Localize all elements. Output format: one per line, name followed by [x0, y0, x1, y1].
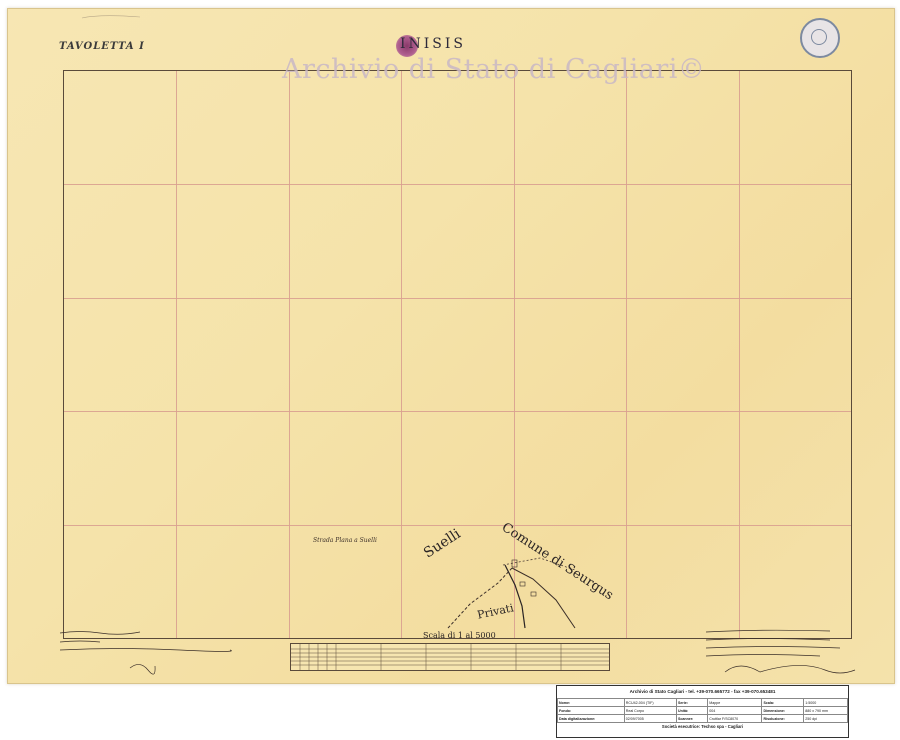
table-cell: Data digitalizzazione: [557, 714, 625, 723]
archive-info-table: Nome: RCU42-004 (TIF) Serie: Mappe Scala… [557, 698, 848, 723]
table-cell: RCU42-004 (TIF) [623, 698, 678, 707]
table-cell: 02/09/7005 [623, 714, 678, 723]
table-cell: Scanner: [675, 714, 709, 723]
table-cell: 250 dpi [803, 714, 848, 723]
table-cell: Serie: [675, 698, 709, 707]
table-cell: Cruttlar F/SC8070 [707, 714, 763, 723]
table-cell: Scala: [761, 698, 805, 707]
table-cell: Dimensione: [761, 706, 805, 715]
archive-info-panel: Archivio di Stato Cagliari - tel. +39-07… [556, 685, 849, 738]
scale-bar-graphic [291, 644, 609, 670]
table-cell: Unità: [675, 706, 709, 715]
table-cell: Nome: [557, 698, 625, 707]
table-cell: Mappe [707, 698, 763, 707]
table-cell: Real Corpo [623, 706, 678, 715]
table-row: Nome: RCU42-004 (TIF) Serie: Mappe Scala… [557, 698, 848, 707]
table-cell: Fondo: [557, 706, 625, 715]
archive-info-title: Archivio di Stato Cagliari - tel. +39-07… [629, 689, 776, 694]
table-row: Fondo: Real Corpo Unità: 004 Dimensione:… [557, 706, 848, 715]
table-cell: 004 [707, 706, 763, 715]
scale-label: Scala di 1 al 5000 [423, 631, 496, 640]
table-row: Data digitalizzazione: 02/09/7005 Scanne… [557, 714, 848, 723]
handwriting [59, 15, 856, 675]
table-cell: Risoluzione: [761, 714, 805, 723]
archive-info-footer: Società esecutrice: Techso spa - Cagliar… [661, 724, 744, 729]
table-cell: 1:5000 [803, 698, 848, 707]
table-cell: 880 x 790 mm [803, 706, 848, 715]
scale-bar [290, 643, 610, 671]
